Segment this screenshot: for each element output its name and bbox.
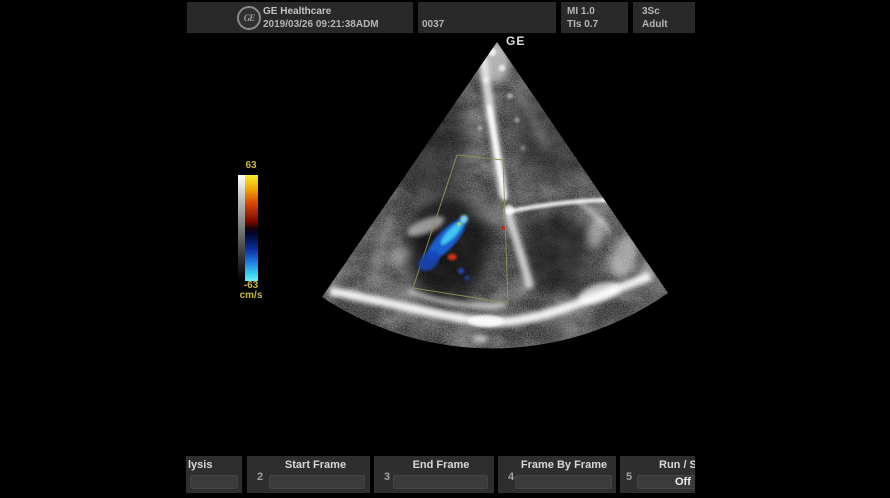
- softkey-value-box[interactable]: [393, 475, 488, 489]
- color-velocity-scale: 63 -63 cm/s: [233, 161, 269, 306]
- softkey-number: 5: [626, 471, 632, 483]
- softkey-label: Frame By Frame: [512, 459, 616, 471]
- scale-unit-label: cm/s: [233, 291, 269, 301]
- softkey-value: Off: [675, 476, 691, 488]
- softkey-value-box[interactable]: [269, 475, 365, 489]
- ultrasound-display: GE GE Healthcare 2019/03/26 09:21:38ADM …: [0, 0, 890, 498]
- softkey-start-frame[interactable]: 2 Start Frame: [247, 456, 370, 493]
- softkey-frame-by-frame[interactable]: 4 Frame By Frame: [498, 456, 616, 493]
- softkey-run-stop[interactable]: 5 Run / S Off: [620, 456, 695, 493]
- softkey-analysis[interactable]: lysis: [186, 456, 242, 493]
- softkey-number: 3: [384, 471, 390, 483]
- screen-content: GE GE Healthcare 2019/03/26 09:21:38ADM …: [186, 0, 695, 498]
- grayscale-reference-bar: [238, 175, 245, 281]
- softkey-number: 4: [508, 471, 514, 483]
- softkey-label: Run / S: [659, 459, 695, 471]
- doppler-color-bar: [245, 175, 258, 281]
- scale-max-label: 63: [233, 161, 269, 171]
- softkey-label: Start Frame: [261, 459, 370, 471]
- softkey-number: 2: [257, 471, 263, 483]
- softkey-label: End Frame: [388, 459, 494, 471]
- softkey-value-box[interactable]: [515, 475, 612, 489]
- softkey-value-box[interactable]: [190, 475, 238, 489]
- orientation-marker-label: GE: [506, 34, 525, 48]
- softkey-value-box[interactable]: Off: [637, 475, 695, 489]
- softkey-label: lysis: [188, 459, 212, 471]
- softkey-end-frame[interactable]: 3 End Frame: [374, 456, 494, 493]
